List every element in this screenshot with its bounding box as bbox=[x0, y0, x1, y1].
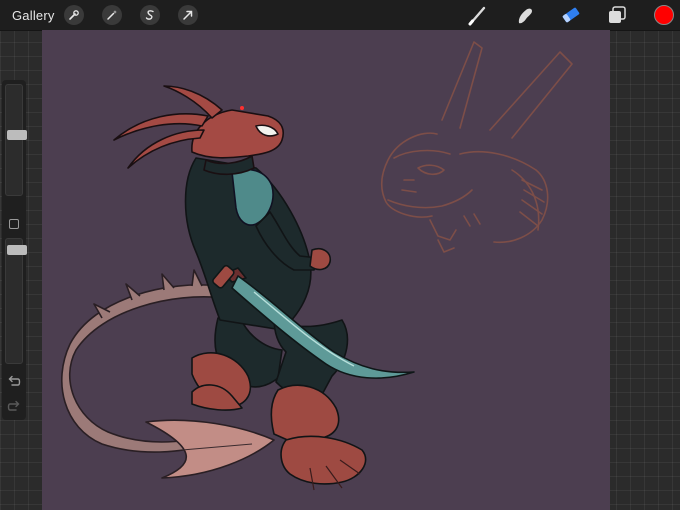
opacity-thumb[interactable] bbox=[7, 245, 27, 255]
modify-button[interactable] bbox=[9, 219, 19, 229]
redo-icon[interactable] bbox=[6, 400, 22, 414]
dragon-head-sketch bbox=[380, 41, 573, 253]
brush-icon[interactable] bbox=[467, 4, 489, 26]
opacity-slider[interactable] bbox=[5, 238, 27, 364]
wrench-icon bbox=[69, 10, 79, 20]
top-toolbar: Gallery bbox=[0, 0, 680, 31]
eraser-icon[interactable] bbox=[560, 4, 582, 26]
gallery-button[interactable]: Gallery bbox=[12, 8, 55, 23]
magic-wand-icon bbox=[107, 10, 117, 20]
layers-icon[interactable] bbox=[606, 4, 628, 26]
actions-button[interactable] bbox=[64, 5, 84, 25]
color-picker-button[interactable] bbox=[654, 5, 674, 25]
brush-size-slider[interactable] bbox=[5, 84, 27, 196]
left-sidebar bbox=[2, 80, 27, 420]
drawing-canvas[interactable] bbox=[42, 30, 610, 510]
smudge-finger-icon[interactable] bbox=[514, 4, 536, 26]
undo-icon[interactable] bbox=[6, 375, 22, 389]
artwork bbox=[61, 41, 573, 491]
brush-size-thumb[interactable] bbox=[7, 130, 27, 140]
arrow-cursor-icon bbox=[183, 10, 193, 20]
selection-button[interactable] bbox=[140, 5, 160, 25]
selection-s-icon bbox=[145, 10, 154, 20]
adjustments-button[interactable] bbox=[102, 5, 122, 25]
transform-button[interactable] bbox=[178, 5, 198, 25]
